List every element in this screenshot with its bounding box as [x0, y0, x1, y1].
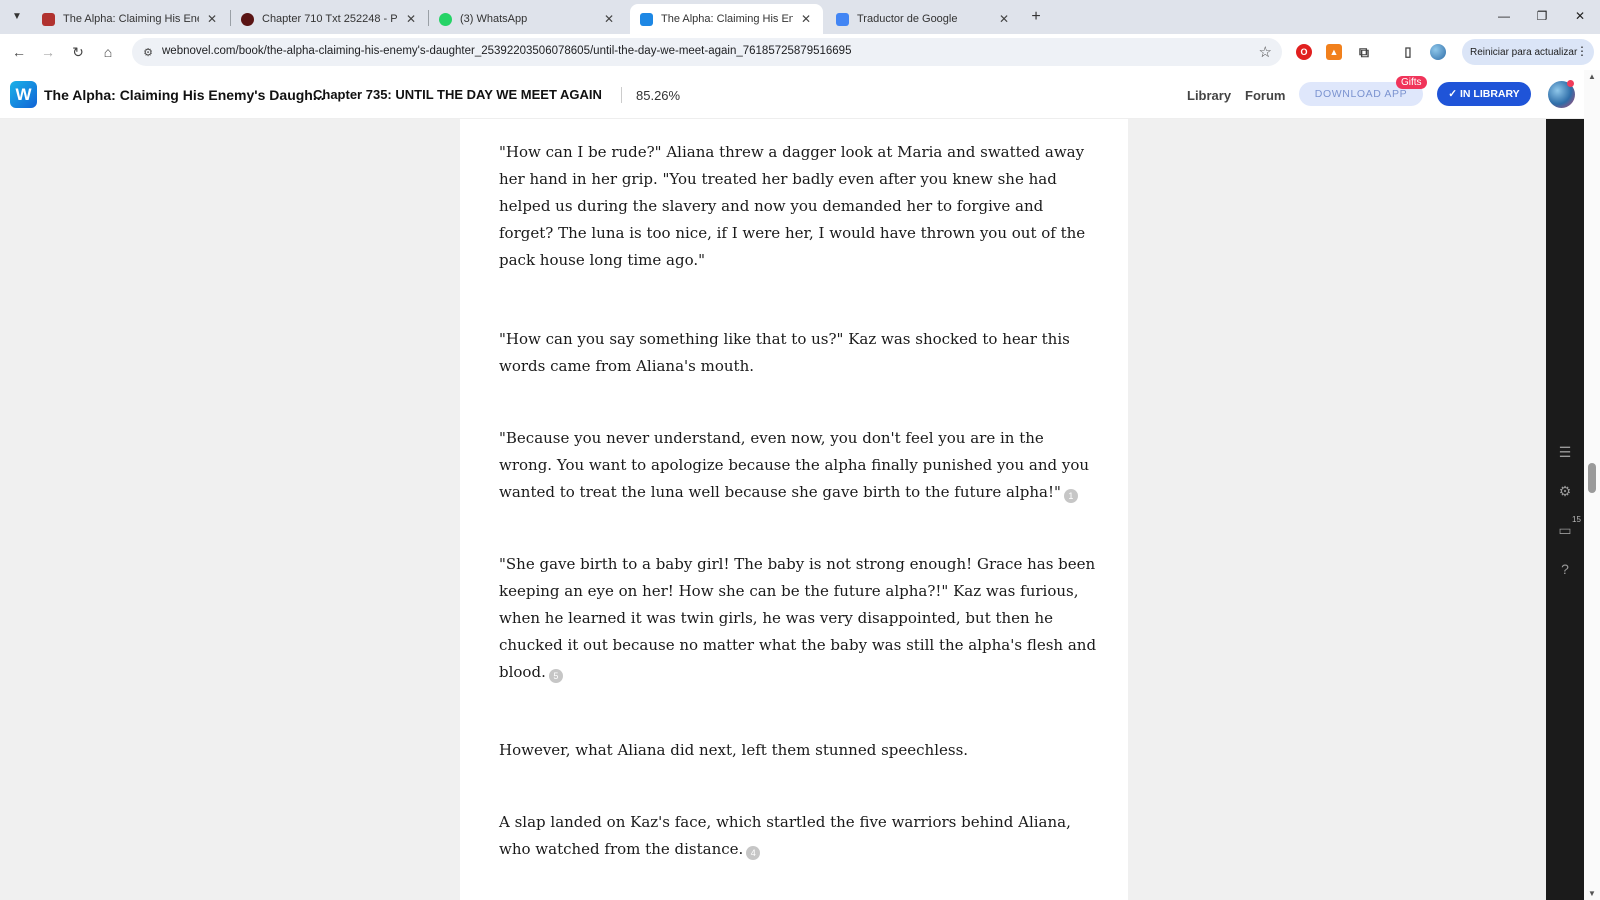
scrollbar-thumb[interactable] [1588, 463, 1596, 493]
paragraph-text: "How can you say something like that to … [499, 330, 1070, 375]
tab-title: Traductor de Google [857, 13, 958, 25]
close-window-icon[interactable]: ✕ [1570, 6, 1590, 26]
reading-progress: 85.26% [636, 88, 681, 103]
profile-avatar-icon[interactable] [1430, 44, 1446, 60]
more-menu-icon[interactable]: ⋮ [1576, 44, 1588, 58]
google-translate-favicon-icon [836, 12, 849, 26]
close-tab-icon[interactable]: ✕ [997, 12, 1011, 26]
reader-header: W The Alpha: Claiming His Enemy's Daugh.… [0, 70, 1600, 119]
bookmark-count: 15 [1572, 515, 1581, 524]
book-title[interactable]: The Alpha: Claiming His Enemy's Daugh... [44, 87, 325, 103]
paragraph-text: However, what Aliana did next, left them… [499, 741, 969, 759]
chapter-title: Chapter 735: UNTIL THE DAY WE MEET AGAIN [313, 87, 602, 102]
tab-title: Chapter 710 Txt 252248 - PDF \ [262, 13, 398, 25]
paragraph[interactable]: "How can you say something like that to … [499, 326, 1099, 380]
restore-window-icon[interactable]: ❐ [1532, 6, 1552, 26]
opera-extension-icon[interactable]: O [1296, 44, 1312, 60]
url-text[interactable]: webnovel.com/book/the-alpha-claiming-his… [162, 45, 851, 57]
site-info-icon[interactable]: ⚙ [140, 44, 156, 60]
forward-icon[interactable]: → [38, 42, 58, 62]
header-divider [621, 87, 622, 103]
new-tab-icon[interactable]: + [1027, 8, 1045, 26]
tab-title: (3) WhatsApp [460, 13, 528, 25]
webnovel-logo[interactable]: W [10, 81, 37, 108]
address-bar[interactable]: ⚙ webnovel.com/book/the-alpha-claiming-h… [132, 38, 1282, 66]
forum-link[interactable]: Forum [1245, 88, 1285, 103]
in-library-button[interactable]: ✓ IN LIBRARY [1437, 82, 1531, 106]
paragraph[interactable]: However, what Aliana did next, left them… [499, 737, 1099, 764]
library-link[interactable]: Library [1187, 88, 1231, 103]
chapter-content: "How can I be rude?" Aliana threw a dagg… [460, 119, 1128, 900]
webnovel-favicon-icon [42, 12, 55, 26]
tab-title: The Alpha: Claiming His Enemy [63, 13, 199, 25]
browser-tab-3[interactable]: (3) WhatsApp ✕ [429, 4, 626, 34]
browser-tab-4-active[interactable]: The Alpha: Claiming His Enemy ✕ [630, 4, 823, 34]
update-button-label: Reiniciar para actualizar [1470, 46, 1578, 58]
browser-toolbar: ← → ↻ ⌂ ⚙ webnovel.com/book/the-alpha-cl… [0, 34, 1600, 70]
side-panel-icon[interactable]: ▯ [1400, 44, 1416, 60]
reader-tool-rail: ☰ ⚙ ▭ 15 ? [1546, 119, 1584, 900]
logo-letter: W [15, 84, 32, 104]
paragraph-text: "She gave birth to a baby girl! The baby… [499, 555, 1097, 681]
gifts-badge: Gifts [1396, 76, 1427, 89]
notification-dot [1567, 80, 1574, 87]
bookmark-star-icon[interactable]: ☆ [1259, 43, 1272, 61]
paragraph-text: "Because you never understand, even now,… [499, 429, 1090, 501]
close-tab-icon[interactable]: ✕ [205, 12, 219, 26]
whatsapp-favicon-icon [439, 12, 452, 26]
download-app-label: DOWNLOAD APP [1314, 88, 1408, 100]
reload-icon[interactable]: ↻ [68, 42, 88, 62]
help-icon[interactable]: ? [1555, 559, 1575, 579]
table-of-contents-icon[interactable]: ☰ [1555, 442, 1575, 462]
home-icon[interactable]: ⌂ [98, 42, 118, 62]
back-icon[interactable]: ← [9, 42, 29, 62]
paragraph-text: A slap landed on Kaz's face, which start… [499, 813, 1071, 858]
paragraph[interactable]: A slap landed on Kaz's face, which start… [499, 809, 1099, 863]
close-tab-icon[interactable]: ✕ [602, 12, 616, 26]
browser-tab-strip: ▼ The Alpha: Claiming His Enemy ✕ Chapte… [0, 0, 1600, 34]
browser-tab-5[interactable]: Traductor de Google ✕ [826, 4, 1021, 34]
settings-icon[interactable]: ⚙ [1555, 481, 1575, 501]
scroll-up-arrow-icon[interactable]: ▲ [1588, 72, 1596, 81]
browser-tab-2[interactable]: Chapter 710 Txt 252248 - PDF \ ✕ [231, 4, 428, 34]
webnovel-favicon-icon [640, 12, 653, 26]
minimize-icon[interactable]: — [1494, 6, 1514, 26]
paragraph-comment-count[interactable]: 4 [746, 846, 761, 860]
paragraph-comment-count[interactable]: 1 [1063, 489, 1078, 503]
pdf-site-favicon-icon [241, 12, 254, 26]
tab-title: The Alpha: Claiming His Enemy [661, 13, 793, 25]
tab-search-icon[interactable]: ▼ [8, 7, 26, 25]
update-browser-button[interactable]: Reiniciar para actualizar ⋮ [1462, 39, 1594, 65]
paragraph-text: "How can I be rude?" Aliana threw a dagg… [499, 143, 1086, 269]
browser-tab-1[interactable]: The Alpha: Claiming His Enemy ✕ [32, 4, 229, 34]
extension-icon[interactable]: ▲ [1326, 44, 1342, 60]
close-tab-icon[interactable]: ✕ [799, 12, 813, 26]
page-scrollbar[interactable]: ▲ ▼ [1584, 70, 1600, 900]
paragraph-comment-count[interactable]: 5 [548, 669, 563, 683]
paragraph[interactable]: "She gave birth to a baby girl! The baby… [499, 551, 1099, 686]
paragraph[interactable]: "How can I be rude?" Aliana threw a dagg… [499, 139, 1099, 274]
close-tab-icon[interactable]: ✕ [404, 12, 418, 26]
scroll-down-arrow-icon[interactable]: ▼ [1588, 889, 1596, 898]
in-library-label: ✓ IN LIBRARY [1448, 88, 1520, 100]
paragraph[interactable]: "Because you never understand, even now,… [499, 425, 1099, 506]
extensions-puzzle-icon[interactable]: ⧉ [1356, 44, 1372, 60]
